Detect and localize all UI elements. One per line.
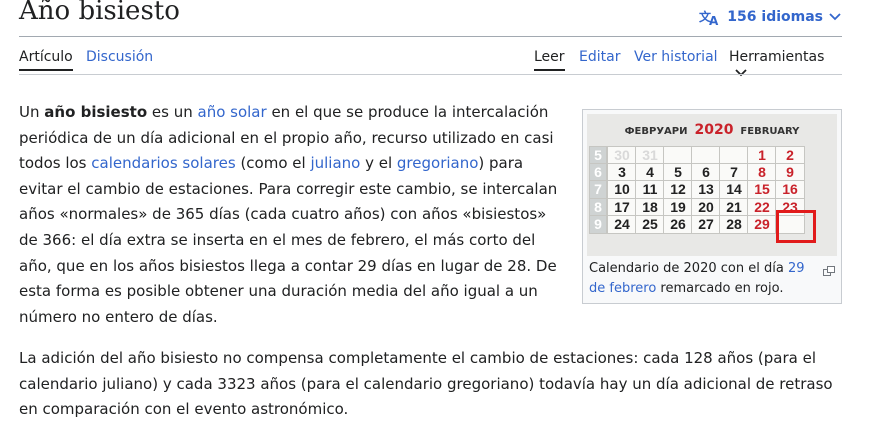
paragraph-text: Un (19, 103, 45, 121)
page-tabs: Artículo Discusión Leer Editar Ver histo… (19, 49, 842, 77)
paragraph-text: es un (147, 103, 198, 121)
svg-text:A: A (709, 14, 719, 26)
inline-link[interactable]: juliano (310, 154, 360, 172)
tools-label: Herramientas (729, 49, 825, 65)
calendar-day: 10 (607, 180, 637, 199)
bold-term: año bisiesto (44, 103, 148, 121)
calendar-day: 25 (635, 215, 665, 234)
tab-editar[interactable]: Editar (579, 49, 620, 65)
calendar-header: ФЕВРУАРИ 2020 FEBRUARY (587, 122, 837, 138)
calendar-day: 24 (607, 215, 637, 234)
enlarge-icon[interactable] (823, 261, 835, 276)
highlight-box (776, 210, 816, 243)
language-button[interactable]: 文A 156 idiomas (699, 8, 841, 26)
inline-link[interactable]: calendarios solares (91, 154, 235, 172)
calendar-month-cyrillic: ФЕВРУАРИ (624, 126, 688, 137)
figure-thumbnail: ФЕВРУАРИ 2020 FEBRUARY 5 30 31 1 2 6 3 4 5 6 7 8 9 7 1… (582, 109, 842, 304)
calendar-day: 13 (691, 180, 721, 199)
paragraph-text: (como el (235, 154, 311, 173)
calendar-month-english: FEBRUARY (740, 126, 800, 137)
chevron-down-icon (735, 69, 747, 77)
calendar-year: 2020 (694, 122, 734, 138)
calendar-image[interactable]: ФЕВРУАРИ 2020 FEBRUARY 5 30 31 1 2 6 3 4 5 6 7 8 9 7 1… (587, 114, 837, 256)
tab-underline (19, 74, 842, 75)
tab-articulo[interactable]: Artículo (19, 49, 73, 71)
page-title: Año bisiesto (19, 0, 180, 26)
paragraph-text: y el (360, 154, 397, 173)
title-divider (19, 36, 842, 37)
language-count: 156 idiomas (727, 9, 823, 25)
chevron-down-icon (829, 13, 841, 21)
tab-leer[interactable]: Leer (534, 49, 565, 71)
translate-icon: 文A (699, 8, 721, 26)
inline-link[interactable]: año solar (198, 103, 267, 121)
tab-herramientas[interactable]: Herramientas (729, 49, 842, 81)
caption-text-pre: Calendario de 2020 con el día (589, 261, 788, 276)
calendar-day: 15 (747, 180, 777, 199)
paragraph-text: ) para evitar el cambio de estaciones. P… (19, 154, 558, 326)
intro-paragraph: Un año bisiesto es un año solar en el qu… (19, 100, 567, 330)
calendar-day: 11 (635, 180, 665, 199)
caption-text-post: remarcado en rojo. (656, 281, 784, 296)
second-paragraph: La adición del año bisiesto no compensa … (19, 349, 833, 419)
calendar-day: 27 (691, 215, 721, 234)
week-number: 7 (589, 180, 607, 199)
calendar-day: 14 (719, 180, 749, 199)
calendar-day: 16 (775, 180, 805, 199)
week-number: 9 (589, 215, 607, 234)
calendar-day: 12 (663, 180, 693, 199)
tab-discusion[interactable]: Discusión (86, 49, 153, 65)
tab-ver-historial[interactable]: Ver historial (634, 49, 718, 65)
calendar-day: 29 (747, 215, 777, 234)
figure-caption: Calendario de 2020 con el día 29 de febr… (589, 259, 821, 299)
calendar-day: 26 (663, 215, 693, 234)
calendar-day: 28 (719, 215, 749, 234)
inline-link[interactable]: gregoriano (397, 154, 479, 172)
